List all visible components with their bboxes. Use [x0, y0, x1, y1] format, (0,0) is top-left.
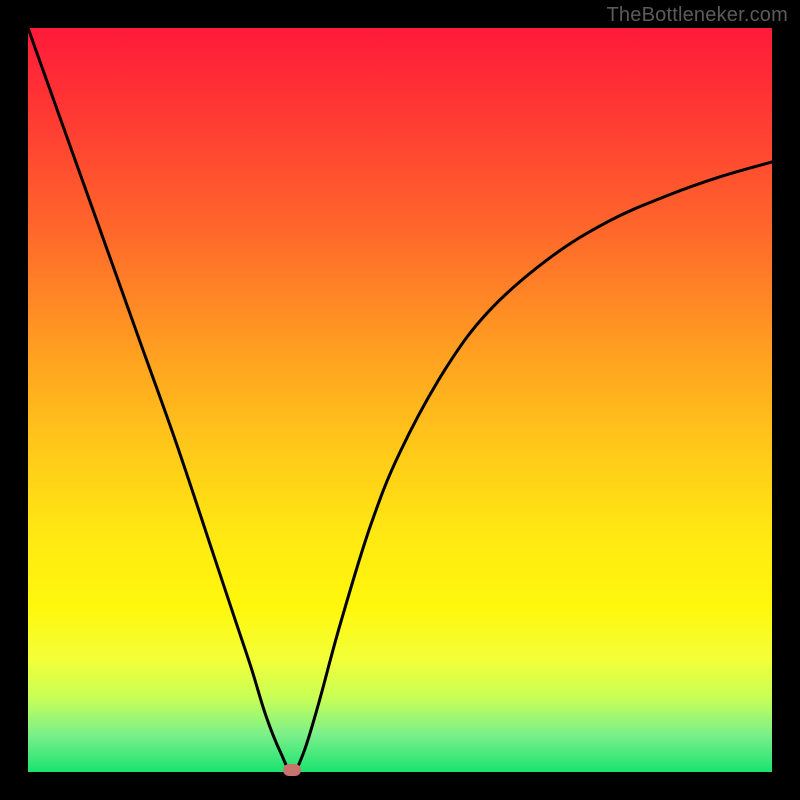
- curve-layer: [28, 28, 772, 772]
- min-marker: [283, 764, 301, 776]
- chart-frame: TheBottleneker.com: [0, 0, 800, 800]
- plot-area: [28, 28, 772, 772]
- bottleneck-curve: [28, 28, 772, 772]
- watermark-text: TheBottleneker.com: [607, 4, 788, 27]
